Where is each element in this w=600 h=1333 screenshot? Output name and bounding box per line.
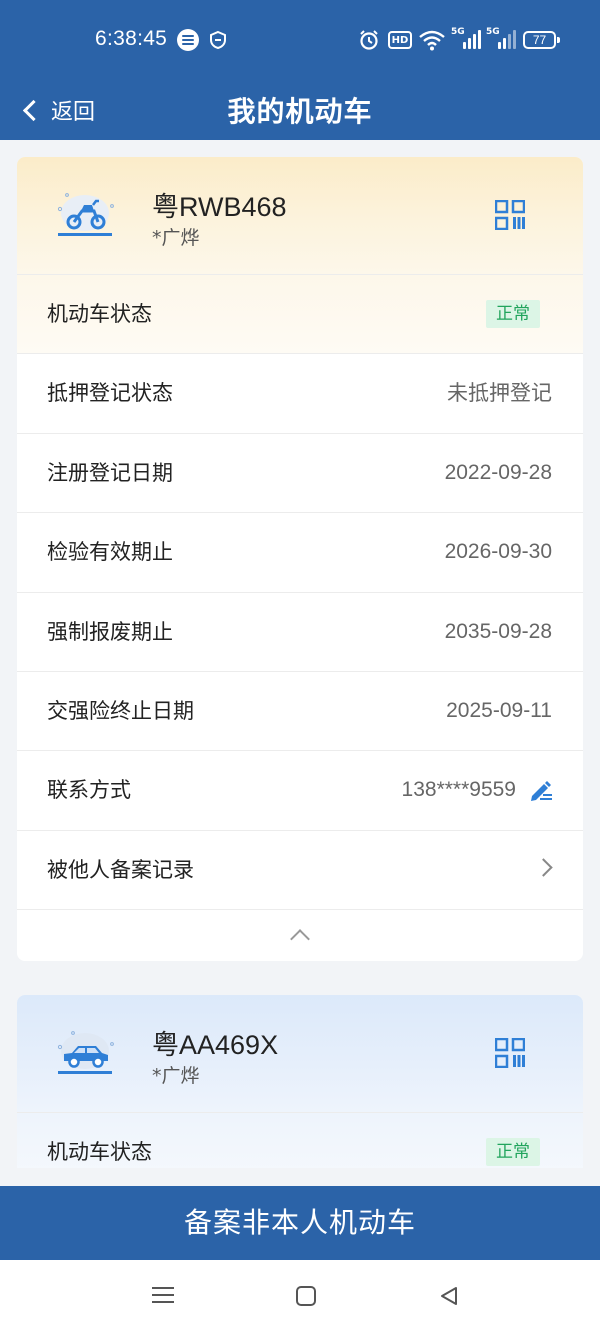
- license-plate: 粤AA469X: [152, 1030, 279, 1060]
- signal-strength-icon: 5G: [486, 27, 518, 51]
- wifi-icon: [418, 29, 446, 51]
- row-label: 交强险终止日期: [47, 698, 194, 723]
- row-label: 联系方式: [47, 778, 131, 803]
- row-label: 注册登记日期: [47, 460, 173, 485]
- row-value: 2026-09-30: [444, 540, 552, 564]
- info-row-insurance-end-date: 交强险终止日期 2025-09-11: [17, 670, 583, 750]
- row-label: 检验有效期止: [47, 540, 173, 565]
- row-label: 机动车状态: [47, 1140, 152, 1164]
- row-label: 被他人备案记录: [47, 857, 194, 882]
- row-label: 抵押登记状态: [47, 381, 173, 406]
- vehicle-list[interactable]: 粤RWB468 *广烨 机动车状态 正常 抵押登记状态 未抵押登记 注册登记日期…: [0, 140, 600, 1168]
- signal-strength-icon: 5G: [451, 27, 483, 51]
- collapse-toggle[interactable]: [17, 909, 583, 961]
- info-row-contact: 联系方式 138****9559: [17, 750, 583, 829]
- navigation-bar: 返回 我的机动车: [0, 80, 600, 140]
- vehicle-card-header: 粤RWB468 *广烨: [17, 157, 583, 274]
- motorcycle-icon: [57, 193, 114, 236]
- recent-apps-button[interactable]: [152, 1285, 174, 1305]
- license-plate: 粤RWB468: [152, 192, 287, 222]
- row-label: 强制报废期止: [47, 619, 173, 644]
- info-row-filing-records[interactable]: 被他人备案记录: [17, 829, 583, 909]
- row-value: 未抵押登记: [447, 381, 552, 406]
- contact-phone: 138****9559: [401, 778, 516, 802]
- chevron-up-icon: [290, 929, 310, 950]
- owner-name: *广烨: [152, 1065, 200, 1087]
- vehicle-card-header: 粤AA469X *广烨: [17, 995, 583, 1112]
- system-navigation-bar: [0, 1260, 600, 1333]
- page-title: 我的机动车: [227, 95, 373, 128]
- row-value: 2025-09-11: [446, 698, 552, 722]
- car-icon: [57, 1031, 114, 1074]
- hd-voice-icon: HD: [388, 31, 412, 49]
- chevron-right-icon: [534, 858, 553, 877]
- info-row-scrap-deadline: 强制报废期止 2035-09-28: [17, 591, 583, 671]
- home-button[interactable]: [296, 1286, 316, 1306]
- edit-icon[interactable]: [528, 778, 554, 804]
- info-row-inspection-expiry: 检验有效期止 2026-09-30: [17, 512, 583, 591]
- alarm-icon: [358, 29, 380, 51]
- battery-icon: 77: [523, 31, 560, 49]
- info-row-registration-date: 注册登记日期 2022-09-28: [17, 432, 583, 512]
- qr-code-icon[interactable]: [495, 1038, 525, 1068]
- qr-code-icon[interactable]: [495, 200, 525, 230]
- owner-name: *广烨: [152, 227, 200, 249]
- vehicle-card: 粤AA469X *广烨 机动车状态 正常: [17, 995, 583, 1168]
- row-value: 2035-09-28: [444, 619, 552, 643]
- row-label: 机动车状态: [47, 302, 152, 326]
- status-badge: 正常: [486, 300, 540, 328]
- info-row-mortgage-status: 抵押登记状态 未抵押登记: [17, 353, 583, 432]
- status-badge: 正常: [486, 1138, 540, 1166]
- info-row-vehicle-status: 机动车状态 正常: [17, 1112, 583, 1168]
- music-app-icon: [177, 29, 199, 51]
- status-bar: 6:38:45 HD 5G 5G 77: [0, 0, 600, 80]
- info-row-vehicle-status: 机动车状态 正常: [17, 274, 583, 354]
- status-time: 6:38:45: [95, 27, 168, 50]
- register-other-vehicle-button[interactable]: 备案非本人机动车: [0, 1186, 600, 1260]
- vehicle-card: 粤RWB468 *广烨 机动车状态 正常 抵押登记状态 未抵押登记 注册登记日期…: [17, 157, 583, 961]
- system-back-button[interactable]: [438, 1285, 460, 1307]
- shield-notification-icon: [207, 29, 229, 51]
- row-value: 2022-09-28: [444, 460, 552, 484]
